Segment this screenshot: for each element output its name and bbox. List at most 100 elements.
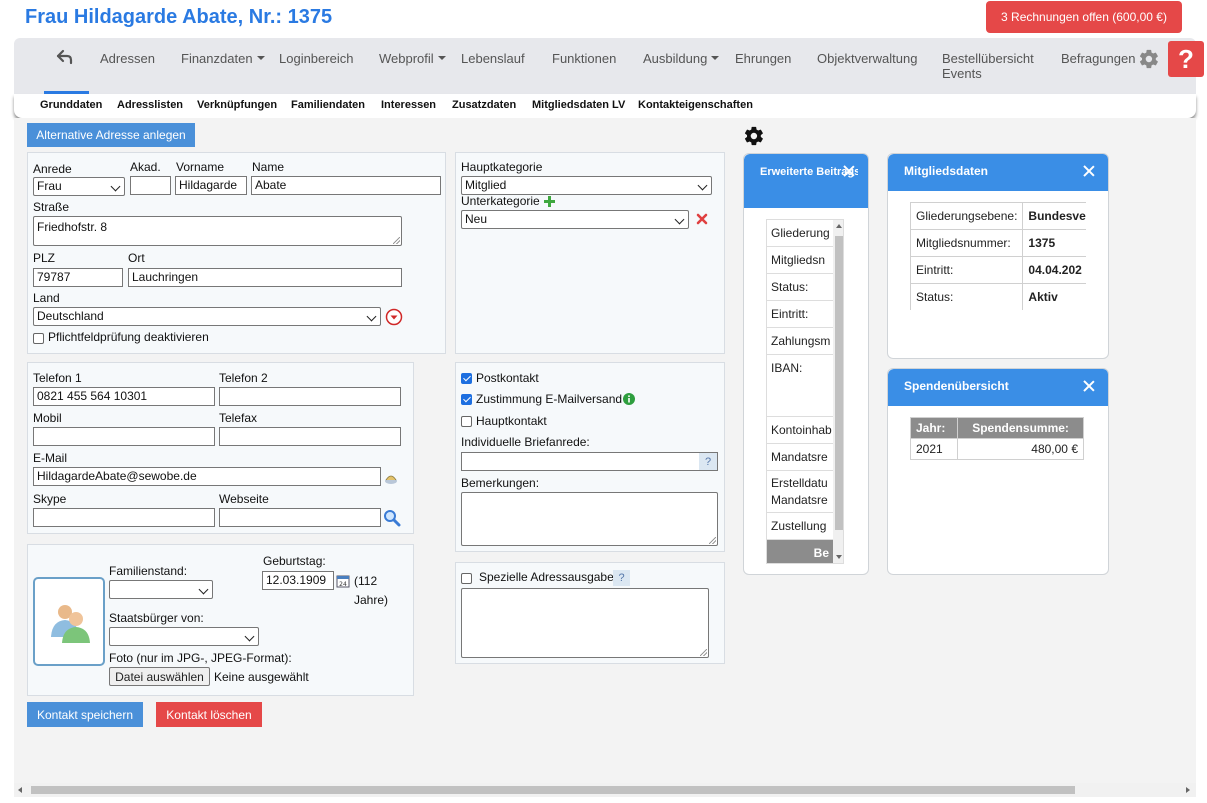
bemerkungen-field[interactable] bbox=[461, 492, 718, 546]
spezielle-field[interactable] bbox=[461, 588, 709, 658]
nav-webprofil-label: Webprofil bbox=[379, 51, 434, 66]
ort-field[interactable]: Lauchringen bbox=[128, 268, 402, 287]
vorname-field[interactable]: Hildagarde bbox=[175, 176, 247, 195]
familienstand-select[interactable] bbox=[109, 580, 213, 599]
skype-field[interactable] bbox=[33, 508, 215, 527]
mobil-field[interactable] bbox=[33, 427, 215, 446]
subtab-mitgliedsdaten-lv[interactable]: Mitgliedsdaten LV bbox=[532, 99, 625, 111]
unterkategorie-select[interactable]: Neu bbox=[461, 210, 689, 229]
hauptkontakt-label: Hauptkontakt bbox=[476, 414, 547, 428]
user-group-icon bbox=[51, 605, 90, 643]
close-icon[interactable] bbox=[1083, 165, 1095, 177]
subtab-zusatzdaten[interactable]: Zusatzdaten bbox=[452, 99, 516, 111]
open-invoices-button[interactable]: 3 Rechnungen offen (600,00 €) bbox=[986, 1, 1182, 33]
mail-send-icon[interactable] bbox=[384, 471, 398, 485]
subtab-adresslisten[interactable]: Adresslisten bbox=[117, 99, 183, 111]
akad-field[interactable] bbox=[130, 176, 171, 195]
nav-bestelluebersicht-events[interactable]: Bestellübersicht Events bbox=[942, 51, 1042, 81]
close-icon[interactable] bbox=[843, 165, 855, 177]
remove-x-icon[interactable] bbox=[696, 213, 708, 225]
table-row: Mitgliedsnummer: 1375 bbox=[910, 229, 1086, 257]
help-button[interactable]: ? bbox=[1168, 41, 1204, 77]
subtab-familiendaten[interactable]: Familiendaten bbox=[291, 99, 365, 111]
mitglied-card-title: Mitgliedsdaten bbox=[904, 164, 989, 178]
mitglied-value: 04.04.202 bbox=[1022, 256, 1086, 284]
pflicht-checkbox[interactable] bbox=[33, 333, 44, 344]
subtab-interessen[interactable]: Interessen bbox=[381, 99, 436, 111]
name-field[interactable]: Abate bbox=[251, 176, 441, 195]
nav-adressen[interactable]: Adressen bbox=[100, 51, 155, 66]
alternative-address-button[interactable]: Alternative Adresse anlegen bbox=[27, 123, 195, 147]
telefon1-field[interactable]: 0821 455 564 10301 bbox=[33, 387, 215, 406]
foto-label: Foto (nur im JPG-, JPEG-Format): bbox=[109, 651, 292, 665]
personal-panel: Familienstand: Geburtstag: 12.03.1909 24… bbox=[27, 544, 414, 696]
delete-contact-button[interactable]: Kontakt löschen bbox=[156, 702, 262, 727]
expand-circle-icon[interactable] bbox=[385, 308, 403, 326]
postkontakt-checkbox[interactable] bbox=[461, 373, 472, 384]
anrede-select[interactable]: Frau bbox=[33, 177, 125, 196]
calendar-icon[interactable]: 24 bbox=[336, 574, 350, 588]
add-plus-icon[interactable] bbox=[543, 195, 556, 208]
nav-ehrungen[interactable]: Ehrungen bbox=[735, 51, 791, 66]
special-address-panel: Spezielle Adressausgabe: ? bbox=[455, 562, 725, 664]
back-arrow-icon[interactable] bbox=[56, 48, 74, 66]
webseite-label: Webseite bbox=[219, 492, 269, 506]
choose-file-button[interactable]: Datei auswählen bbox=[109, 667, 210, 686]
email-field[interactable]: HildagardeAbate@sewobe.de bbox=[33, 467, 381, 486]
beitrag-scrollbar[interactable] bbox=[833, 220, 843, 563]
nav-objektverwaltung[interactable]: Objektverwaltung bbox=[817, 51, 917, 66]
beitrag-card: Erweiterte Beitragsinformationen Glieder… bbox=[743, 153, 869, 575]
briefanrede-field[interactable] bbox=[461, 452, 718, 471]
table-header-row: Jahr: Spendensumme: bbox=[909, 417, 1084, 439]
horizontal-scrollbar[interactable] bbox=[14, 783, 1196, 797]
beitrag-row: Status: bbox=[767, 274, 833, 301]
hauptkategorie-label: Hauptkategorie bbox=[461, 160, 543, 174]
spezielle-checkbox[interactable] bbox=[461, 573, 472, 584]
search-icon[interactable] bbox=[383, 509, 401, 527]
mitglied-label: Status: bbox=[910, 283, 1024, 310]
land-select[interactable]: Deutschland bbox=[33, 307, 381, 326]
strasse-field[interactable]: Friedhofstr. 8 bbox=[33, 216, 402, 246]
nav-loginbereich[interactable]: Loginbereich bbox=[279, 51, 353, 66]
mitglied-label: Mitgliedsnummer: bbox=[910, 229, 1024, 257]
geburtstag-field[interactable]: 12.03.1909 bbox=[262, 571, 334, 590]
photo-placeholder[interactable] bbox=[33, 577, 105, 666]
save-contact-button[interactable]: Kontakt speichern bbox=[27, 702, 143, 727]
nav-befragungen[interactable]: Befragungen bbox=[1061, 51, 1135, 66]
telefon2-label: Telefon 2 bbox=[219, 371, 268, 385]
subtab-grunddaten[interactable]: Grunddaten bbox=[40, 99, 102, 111]
subtab-bar: Grunddaten Adresslisten Verknüpfungen Fa… bbox=[14, 94, 1196, 118]
nav-webprofil[interactable]: Webprofil bbox=[379, 51, 446, 66]
nav-lebenslauf[interactable]: Lebenslauf bbox=[461, 51, 525, 66]
help-question-icon[interactable]: ? bbox=[613, 570, 630, 586]
beitrag-row: Zustellung bbox=[767, 513, 833, 540]
spenden-year: 2021 bbox=[909, 438, 959, 460]
staatsbuerger-select[interactable] bbox=[109, 627, 259, 646]
telefon2-field[interactable] bbox=[219, 387, 401, 406]
anrede-label: Anrede bbox=[33, 162, 72, 176]
gear-icon[interactable] bbox=[1138, 48, 1160, 70]
hauptkategorie-select[interactable]: Mitglied bbox=[461, 176, 712, 195]
nav-finanzdaten[interactable]: Finanzdaten bbox=[181, 51, 265, 66]
widget-settings-gear-icon[interactable] bbox=[743, 125, 765, 147]
subtab-verknuepfungen[interactable]: Verknüpfungen bbox=[197, 99, 277, 111]
nav-ausbildung[interactable]: Ausbildung bbox=[643, 51, 719, 66]
nav-funktionen[interactable]: Funktionen bbox=[552, 51, 616, 66]
telefax-label: Telefax bbox=[219, 411, 258, 425]
close-icon[interactable] bbox=[1083, 380, 1095, 392]
scroll-right-arrow-icon[interactable] bbox=[1186, 787, 1190, 793]
hauptkontakt-checkbox[interactable] bbox=[461, 416, 472, 427]
subtab-kontakteigenschaften[interactable]: Kontakteigenschaften bbox=[638, 99, 753, 111]
ort-label: Ort bbox=[128, 251, 145, 265]
mitglied-table: Gliederungsebene: Bundesver Mitgliedsnumm… bbox=[910, 202, 1086, 310]
email-consent-checkbox[interactable] bbox=[461, 394, 472, 405]
scrollbar-thumb[interactable] bbox=[31, 786, 1075, 794]
webseite-field[interactable] bbox=[219, 508, 381, 527]
scroll-left-arrow-icon[interactable] bbox=[18, 787, 22, 793]
plz-field[interactable]: 79787 bbox=[33, 268, 123, 287]
beitrag-footer: Be bbox=[767, 540, 833, 563]
table-row: 2021 480,00 € bbox=[909, 438, 1084, 460]
info-icon[interactable] bbox=[623, 393, 635, 405]
help-question-icon[interactable]: ? bbox=[699, 453, 717, 470]
telefax-field[interactable] bbox=[219, 427, 401, 446]
